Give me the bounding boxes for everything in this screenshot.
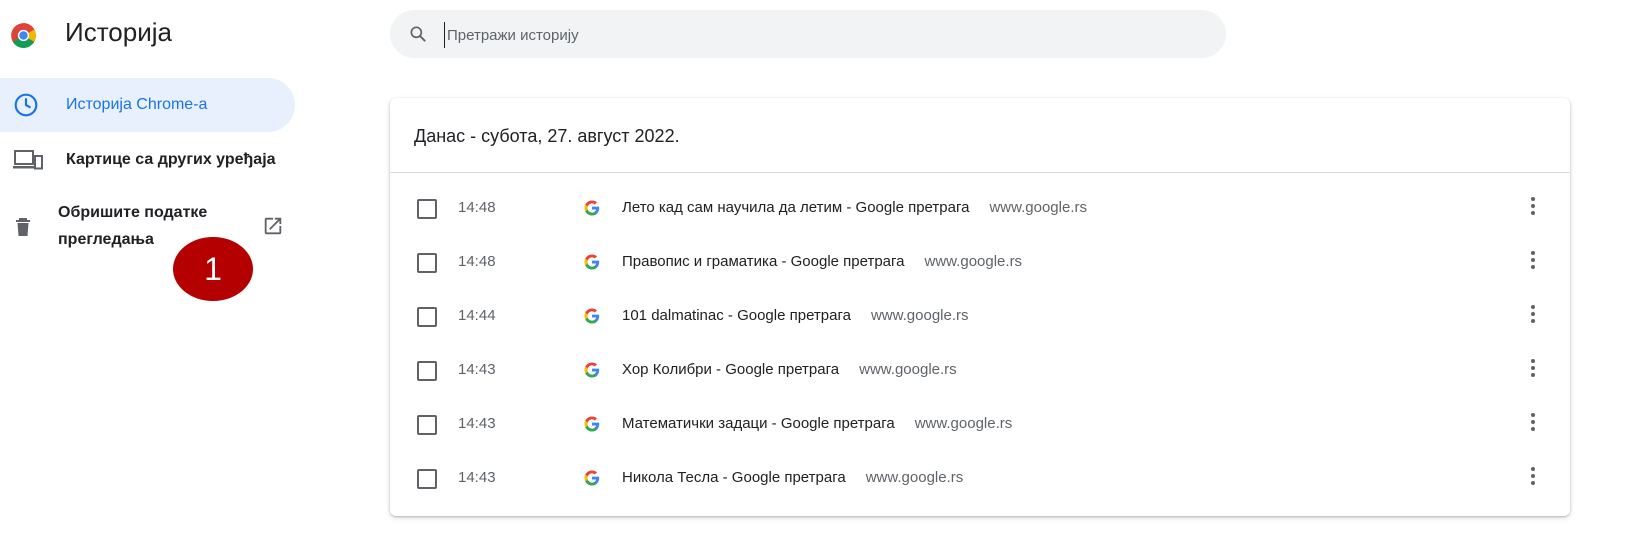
entry-title-text[interactable]: Лето кад сам научила да летим - Google п…	[622, 199, 969, 216]
entry-title[interactable]: 101 dalmatinac - Google претрага www.goog…	[622, 307, 969, 324]
more-options-icon[interactable]	[1523, 251, 1543, 273]
entry-domain: www.google.rs	[865, 469, 964, 486]
google-favicon-icon	[584, 470, 600, 486]
sidebar-item-chrome-history[interactable]: Историја Chrome-а	[0, 78, 295, 132]
entry-title[interactable]: Никола Тесла - Google претрага www.google…	[622, 469, 963, 486]
entry-title-text[interactable]: Правопис и граматика - Google претрага	[622, 253, 905, 270]
search-icon	[408, 24, 428, 44]
entry-title[interactable]: Математички задаци - Google претрага www.…	[622, 415, 1012, 432]
entry-checkbox[interactable]	[417, 469, 437, 489]
entry-checkbox[interactable]	[417, 361, 437, 381]
chrome-logo-icon	[11, 23, 36, 48]
history-entry[interactable]: 14:48 Лето кад сам научила да летим - Go…	[390, 182, 1570, 236]
devices-icon	[13, 149, 43, 171]
entry-domain: www.google.rs	[989, 199, 1087, 216]
history-entry[interactable]: 14:43 Математички задаци - Google претра…	[390, 398, 1570, 452]
entry-domain: www.google.rs	[859, 361, 957, 378]
entry-domain: www.google.rs	[924, 253, 1023, 270]
entry-title[interactable]: Лето кад сам научила да летим - Google п…	[622, 199, 1087, 216]
trash-icon	[13, 216, 33, 238]
history-list: 14:48 Лето кад сам научила да летим - Go…	[390, 182, 1570, 506]
sidebar-item-label: Картице са других уређаја	[66, 151, 276, 168]
history-card: Данас - субота, 27. август 2022. 14:48 Л…	[390, 98, 1570, 516]
entry-checkbox[interactable]	[417, 199, 437, 219]
more-options-icon[interactable]	[1523, 359, 1543, 381]
entry-title-text[interactable]: Хор Колибри - Google претрага	[622, 361, 839, 378]
google-favicon-icon	[584, 200, 600, 216]
entry-title[interactable]: Хор Колибри - Google претрага www.google.…	[622, 361, 957, 378]
sidebar-item-other-devices[interactable]: Картице са других уређаја	[0, 133, 295, 187]
entry-time: 14:43	[458, 469, 496, 486]
clock-icon	[13, 92, 39, 118]
entry-checkbox[interactable]	[417, 415, 437, 435]
sidebar-item-clear-browsing-data[interactable]: Обришите податке прегледања	[0, 195, 295, 259]
history-entry[interactable]: 14:43 Хор Колибри - Google претрага www.g…	[390, 344, 1570, 398]
entry-title-text[interactable]: 101 dalmatinac - Google претрага	[622, 307, 851, 324]
entry-checkbox[interactable]	[417, 253, 437, 273]
open-in-new-icon[interactable]	[262, 215, 284, 237]
google-favicon-icon	[584, 308, 600, 324]
history-entry[interactable]: 14:43 Никола Тесла - Google претрага www.…	[390, 452, 1570, 506]
google-favicon-icon	[584, 362, 600, 378]
google-favicon-icon	[584, 416, 600, 432]
page-title: Историја	[65, 17, 172, 47]
search-bar	[390, 10, 1226, 58]
entry-checkbox[interactable]	[417, 307, 437, 327]
entry-domain: www.google.rs	[870, 307, 969, 324]
date-header: Данас - субота, 27. август 2022.	[390, 98, 1570, 173]
entry-title-text[interactable]: Никола Тесла - Google претрага	[622, 469, 846, 486]
search-input[interactable]	[444, 22, 1189, 48]
sidebar-item-label: Историја Chrome-а	[66, 96, 208, 113]
entry-time: 14:43	[458, 361, 496, 378]
more-options-icon[interactable]	[1523, 467, 1543, 489]
google-favicon-icon	[584, 254, 600, 270]
entry-time: 14:44	[458, 307, 496, 324]
entry-time: 14:48	[458, 253, 496, 270]
entry-title[interactable]: Правопис и граматика - Google претрага ww…	[622, 253, 1022, 270]
more-options-icon[interactable]	[1523, 197, 1543, 219]
entry-title-text[interactable]: Математички задаци - Google претрага	[622, 415, 895, 432]
entry-time: 14:43	[458, 415, 496, 432]
annotation-badge: 1	[173, 237, 253, 301]
history-entry[interactable]: 14:44 101 dalmatinac - Google претрага ww…	[390, 290, 1570, 344]
date-label: Данас - субота, 27. август 2022.	[414, 126, 680, 146]
more-options-icon[interactable]	[1523, 305, 1543, 327]
entry-time: 14:48	[458, 199, 496, 216]
history-entry[interactable]: 14:48 Правопис и граматика - Google прет…	[390, 236, 1570, 290]
more-options-icon[interactable]	[1523, 413, 1543, 435]
entry-domain: www.google.rs	[914, 415, 1013, 432]
